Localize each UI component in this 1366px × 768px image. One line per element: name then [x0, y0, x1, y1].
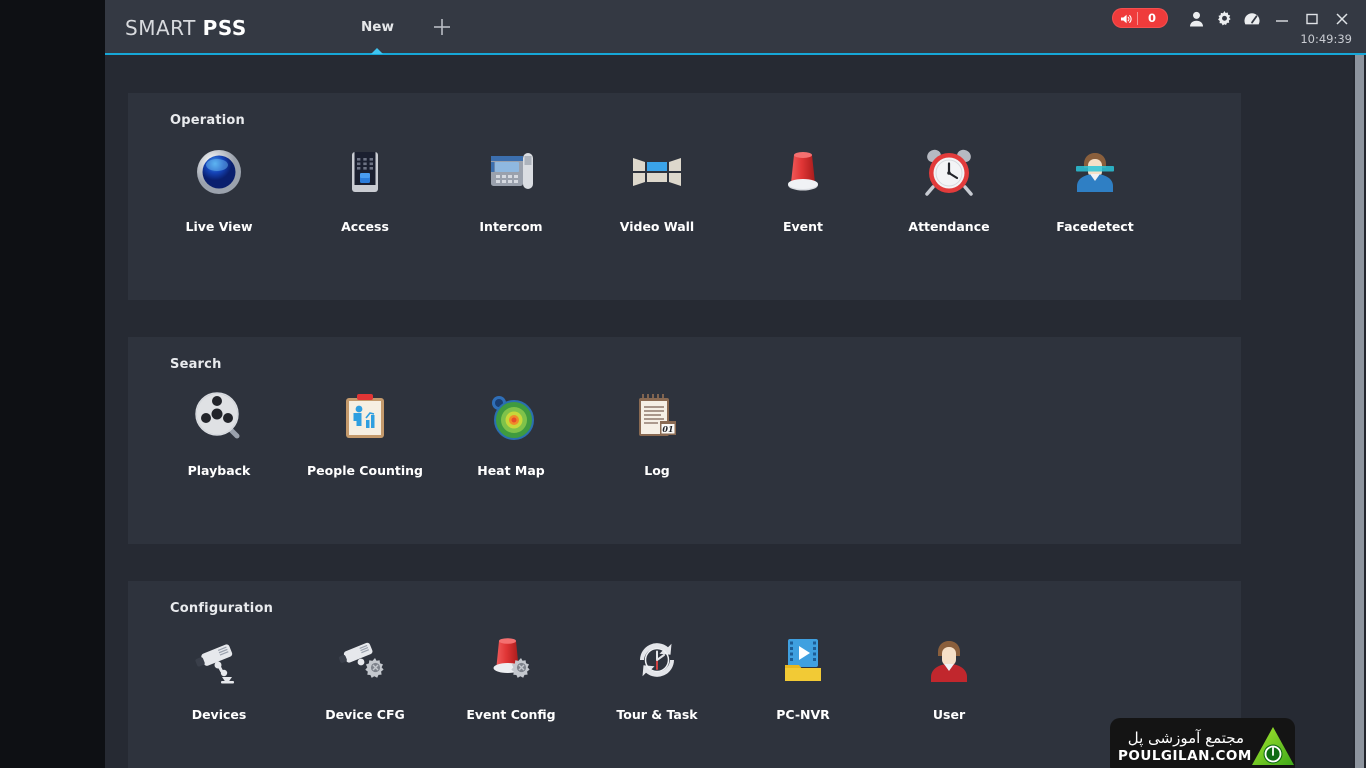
- settings-gear-icon[interactable]: [1210, 8, 1238, 30]
- attendance-clock-icon: [918, 141, 980, 203]
- app-tile-devices[interactable]: Devices: [146, 629, 292, 722]
- app-tile-label: Facedetect: [1056, 219, 1134, 234]
- app-tile-device-cfg[interactable]: Device CFG: [292, 629, 438, 722]
- watermark-domain: POULGILAN.COM: [1118, 748, 1252, 765]
- app-tile-user[interactable]: User: [876, 629, 1022, 722]
- app-tile-facedetect[interactable]: Facedetect: [1022, 141, 1168, 234]
- app-tile-tour-task[interactable]: Tour & Task: [584, 629, 730, 722]
- user-icon: [918, 629, 980, 691]
- app-tile-label: Devices: [191, 707, 247, 722]
- app-tile-label: Attendance: [908, 219, 990, 234]
- camera-gear-icon: [334, 629, 396, 691]
- brand-bold: PSS: [202, 16, 247, 40]
- app-tile-event[interactable]: Event: [730, 141, 876, 234]
- section-title-operation: Operation: [170, 113, 246, 128]
- clock: 10:49:39: [1300, 32, 1352, 46]
- app-tile-heat-map[interactable]: Heat Map: [438, 385, 584, 478]
- facedetect-icon: [1064, 141, 1126, 203]
- video-wall-icon: [626, 141, 688, 203]
- tab-new-label: New: [361, 18, 394, 35]
- app-tile-label: Playback: [187, 463, 251, 478]
- minimize-button[interactable]: [1268, 8, 1296, 30]
- operation-grid: Live View Access Intercom Video Wall Eve…: [146, 141, 1168, 234]
- app-tile-label: People Counting: [307, 463, 423, 478]
- vertical-scrollbar[interactable]: [1355, 55, 1364, 768]
- live-view-icon: [188, 141, 250, 203]
- app-tile-attendance[interactable]: Attendance: [876, 141, 1022, 234]
- log-notepad-icon: 01: [626, 385, 688, 447]
- watermark-logo: مجتمع آموزشی پل POULGILAN.COM: [1110, 718, 1295, 768]
- maximize-button[interactable]: [1298, 8, 1326, 30]
- app-tile-live-view[interactable]: Live View: [146, 141, 292, 234]
- app-tile-playback[interactable]: Playback: [146, 385, 292, 478]
- people-counting-icon: [334, 385, 396, 447]
- app-tile-intercom[interactable]: Intercom: [438, 141, 584, 234]
- user-account-icon[interactable]: [1182, 8, 1210, 30]
- brand-light: SMART: [125, 16, 196, 40]
- app-tile-label: Tour & Task: [616, 707, 698, 722]
- active-tab-pointer-icon: [371, 48, 384, 54]
- app-tile-label: Event: [782, 219, 824, 234]
- alarm-badge[interactable]: 0: [1112, 8, 1168, 28]
- section-search: Search Playback People Counting Heat Map…: [128, 337, 1241, 544]
- vertical-scrollbar-track[interactable]: [1353, 55, 1366, 768]
- app-tile-pc-nvr[interactable]: PC-NVR: [730, 629, 876, 722]
- section-configuration: Configuration Devices Device CFG Event C…: [128, 581, 1241, 768]
- tab-new[interactable]: New: [335, 0, 420, 54]
- speaker-icon: [1115, 8, 1137, 28]
- event-siren-icon: [772, 141, 834, 203]
- app-tile-log[interactable]: 01 Log: [584, 385, 730, 478]
- app-tile-event-config[interactable]: Event Config: [438, 629, 584, 722]
- close-button[interactable]: [1328, 8, 1356, 30]
- performance-meter-icon[interactable]: [1238, 8, 1266, 30]
- app-tile-label: Log: [644, 463, 670, 478]
- content-scroll-area: Operation Live View Access Intercom Vide…: [105, 55, 1366, 768]
- siren-gear-icon: [480, 629, 542, 691]
- app-tile-label: Access: [341, 219, 389, 234]
- add-tab-button[interactable]: [420, 0, 464, 53]
- smart-pss-window: SMART PSS New 0 10:49:39 Operation Live …: [105, 0, 1366, 768]
- app-tile-label: Video Wall: [619, 219, 695, 234]
- app-tile-access[interactable]: Access: [292, 141, 438, 234]
- heat-map-icon: [480, 385, 542, 447]
- svg-text:01: 01: [662, 424, 673, 434]
- app-tile-label: Live View: [185, 219, 253, 234]
- section-title-search: Search: [170, 357, 222, 372]
- app-tile-video-wall[interactable]: Video Wall: [584, 141, 730, 234]
- app-tile-people-counting[interactable]: People Counting: [292, 385, 438, 478]
- title-bar: SMART PSS New 0 10:49:39: [105, 0, 1366, 55]
- section-operation: Operation Live View Access Intercom Vide…: [128, 93, 1241, 300]
- pc-nvr-icon: [772, 629, 834, 691]
- alarm-count: 0: [1147, 11, 1156, 25]
- camera-icon: [188, 629, 250, 691]
- app-logo: SMART PSS: [125, 16, 247, 40]
- watermark-power-mark-icon: [1250, 724, 1295, 768]
- search-grid: Playback People Counting Heat Map 01 Log: [146, 385, 730, 478]
- app-tile-label: Heat Map: [477, 463, 545, 478]
- watermark-farsi: مجتمع آموزشی پل: [1127, 728, 1244, 747]
- section-title-configuration: Configuration: [170, 601, 274, 616]
- app-tile-label: User: [932, 707, 966, 722]
- watermark-text: مجتمع آموزشی پل POULGILAN.COM: [1110, 728, 1252, 765]
- playback-reel-icon: [188, 385, 250, 447]
- configuration-grid: Devices Device CFG Event Config Tour & T…: [146, 629, 1022, 722]
- app-tile-label: Intercom: [479, 219, 543, 234]
- access-icon: [334, 141, 396, 203]
- plus-icon: [433, 18, 450, 35]
- app-tile-label: Device CFG: [325, 707, 405, 722]
- intercom-icon: [480, 141, 542, 203]
- tab-strip: New: [335, 0, 464, 54]
- app-tile-label: Event Config: [466, 707, 556, 722]
- tour-task-clock-icon: [626, 629, 688, 691]
- app-tile-label: PC-NVR: [776, 707, 830, 722]
